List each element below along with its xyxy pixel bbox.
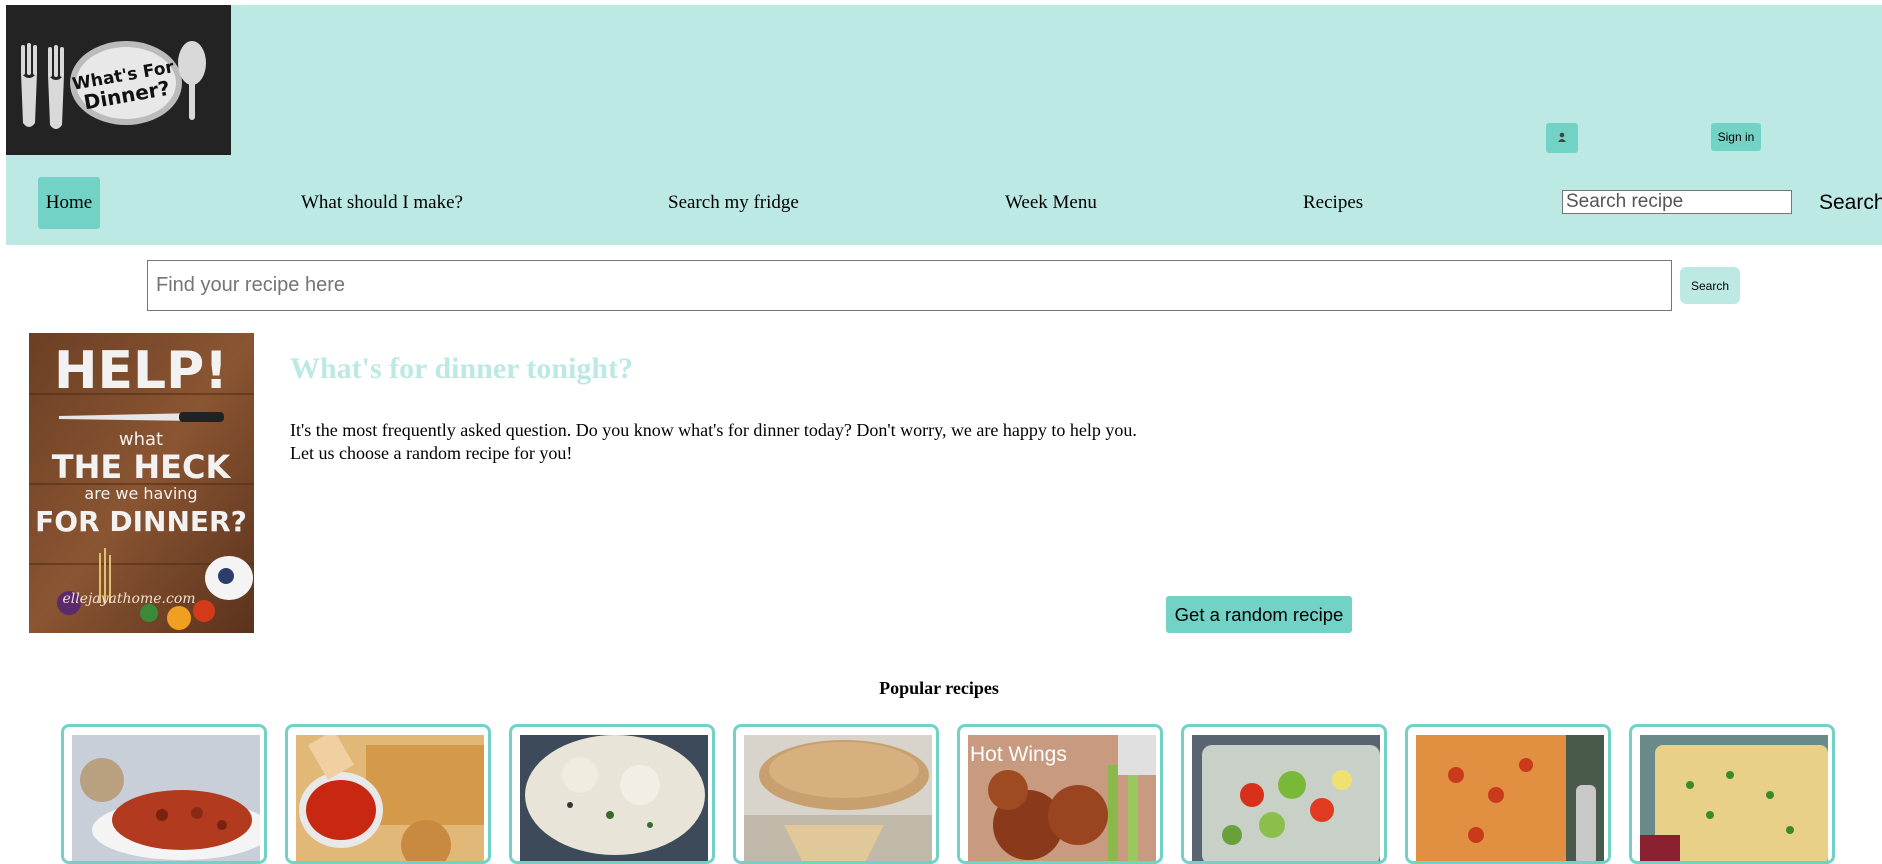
recipe-image — [744, 735, 932, 861]
recipe-image — [296, 735, 484, 861]
recipe-image — [1416, 735, 1604, 861]
signin-button[interactable]: Sign in — [1711, 123, 1761, 151]
random-recipe-button[interactable]: Get a random recipe — [1166, 596, 1352, 633]
recipe-image — [520, 735, 708, 861]
recipe-search-input[interactable]: Find your recipe here — [147, 260, 1672, 311]
nav-what-should-i-make[interactable]: What should I make? — [301, 177, 463, 229]
nav-week-menu[interactable]: Week Menu — [1005, 177, 1097, 229]
nav-search-my-fridge[interactable]: Search my fridge — [668, 177, 799, 229]
page-title: What's for dinner tonight? — [290, 352, 634, 385]
recipe-card[interactable] — [1405, 724, 1611, 864]
recipe-card[interactable] — [61, 724, 267, 864]
recipe-image — [1192, 735, 1380, 861]
recipe-caption: Hot Wings — [970, 743, 1067, 766]
poster-line-1: HELP! — [54, 341, 228, 401]
recipe-search-button[interactable]: Search — [1680, 267, 1740, 304]
user-icon — [1557, 129, 1567, 147]
header-search-input[interactable]: Search recipe — [1562, 190, 1792, 214]
recipe-card[interactable] — [733, 724, 939, 864]
recipe-image — [72, 735, 260, 861]
recipe-card[interactable] — [1181, 724, 1387, 864]
header-search-button[interactable]: Search — [1819, 191, 1882, 215]
poster-credit: ellejayathome.com — [62, 591, 195, 607]
poster-line-5: FOR DINNER? — [35, 505, 247, 538]
header: What's For Dinner? Sign in Home What sho… — [6, 5, 1882, 245]
nav-recipes[interactable]: Recipes — [1303, 177, 1363, 229]
popular-recipes-heading: Popular recipes — [879, 678, 999, 698]
poster-line-3: THE HECK — [52, 448, 232, 486]
recipe-card[interactable] — [1629, 724, 1835, 864]
help-poster-image: HELP! what THE HECK are we having FOR DI… — [29, 333, 254, 633]
recipe-card[interactable]: Hot Wings — [957, 724, 1163, 864]
recipe-card[interactable] — [285, 724, 491, 864]
intro-text: It's the most frequently asked question.… — [290, 420, 1137, 463]
recipe-image — [1640, 735, 1828, 861]
recipe-card[interactable] — [509, 724, 715, 864]
user-button[interactable] — [1546, 123, 1578, 153]
poster-line-2: what — [119, 429, 163, 450]
nav-home[interactable]: Home — [38, 177, 100, 229]
poster-line-4: are we having — [84, 484, 197, 503]
logo[interactable]: What's For Dinner? — [6, 5, 231, 155]
